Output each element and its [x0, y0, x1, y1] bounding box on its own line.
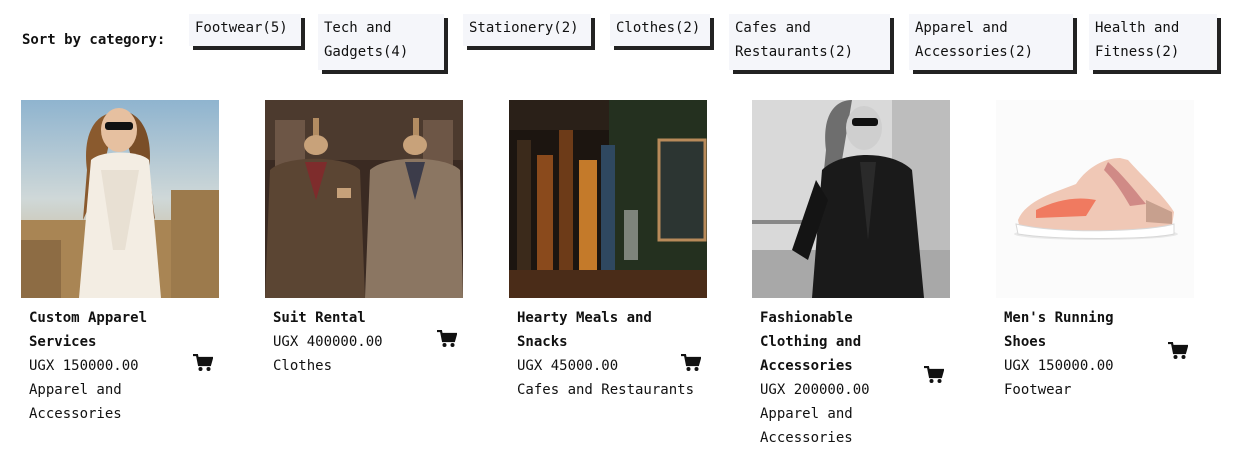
product-card[interactable]: Suit Rental UGX 400000.00 Clothes	[265, 100, 463, 378]
product-info: Men's Running Shoes UGX 150000.00 Footwe…	[996, 298, 1194, 402]
product-info: Fashionable Clothing and Accessories UGX…	[752, 298, 950, 450]
shopping-cart-icon[interactable]	[1168, 342, 1188, 360]
category-label: Stationery(2)	[469, 20, 579, 36]
shopping-cart-icon[interactable]	[437, 330, 457, 348]
product-price: UGX 150000.00	[29, 358, 139, 374]
product-info: Hearty Meals and Snacks UGX 45000.00 Caf…	[509, 298, 707, 402]
product-title[interactable]: Fashionable Clothing and Accessories	[760, 306, 900, 378]
product-category: Cafes and Restaurants	[517, 382, 695, 398]
product-price: UGX 45000.00	[517, 358, 619, 374]
product-title[interactable]: Hearty Meals and Snacks	[517, 306, 657, 354]
category-health-and-fitness[interactable]: Health and Fitness(2)	[1089, 14, 1217, 70]
product-info: Custom Apparel Services UGX 150000.00 Ap…	[21, 298, 219, 426]
shopping-cart-icon[interactable]	[924, 366, 944, 384]
product-card[interactable]: Fashionable Clothing and Accessories UGX…	[752, 100, 950, 450]
product-category: Apparel and Accessories	[29, 382, 122, 422]
category-label: Tech and Gadgets(4)	[324, 20, 409, 60]
product-image-woman-leather-jacket[interactable]	[752, 100, 950, 298]
product-image-running-shoe[interactable]	[996, 100, 1194, 298]
product-price: UGX 150000.00	[1004, 358, 1114, 374]
category-label: Cafes and Restaurants(2)	[735, 20, 854, 60]
product-price: UGX 200000.00	[760, 382, 870, 398]
product-title[interactable]: Custom Apparel Services	[29, 306, 169, 354]
product-image-suits[interactable]	[265, 100, 463, 298]
product-title[interactable]: Men's Running Shoes	[1004, 306, 1144, 354]
category-tech-and-gadgets[interactable]: Tech and Gadgets(4)	[318, 14, 444, 70]
category-stationery[interactable]: Stationery(2)	[463, 14, 591, 46]
product-info: Suit Rental UGX 400000.00 Clothes	[265, 298, 463, 378]
category-label: Footwear(5)	[195, 20, 288, 36]
product-price: UGX 400000.00	[273, 334, 383, 350]
category-label: Clothes(2)	[616, 20, 701, 36]
category-label: Health and Fitness(2)	[1095, 20, 1180, 60]
product-card[interactable]: Men's Running Shoes UGX 150000.00 Footwe…	[996, 100, 1194, 402]
category-cafes-and-restaurants[interactable]: Cafes and Restaurants(2)	[729, 14, 890, 70]
shopping-cart-icon[interactable]	[193, 354, 213, 372]
category-clothes[interactable]: Clothes(2)	[610, 14, 710, 46]
shopping-cart-icon[interactable]	[681, 354, 701, 372]
category-label: Apparel and Accessories(2)	[915, 20, 1034, 60]
product-category: Apparel and Accessories	[760, 406, 853, 446]
product-image-bar[interactable]	[509, 100, 707, 298]
product-image-woman-white-dress[interactable]	[21, 100, 219, 298]
product-category: Clothes	[273, 358, 333, 374]
product-title[interactable]: Suit Rental	[273, 306, 413, 330]
product-card[interactable]: Custom Apparel Services UGX 150000.00 Ap…	[21, 100, 219, 426]
product-card[interactable]: Hearty Meals and Snacks UGX 45000.00 Caf…	[509, 100, 707, 402]
category-apparel-and-accessories[interactable]: Apparel and Accessories(2)	[909, 14, 1073, 70]
category-footwear[interactable]: Footwear(5)	[189, 14, 301, 46]
product-category: Footwear	[1004, 382, 1072, 398]
sort-label: Sort by category:	[22, 32, 166, 48]
